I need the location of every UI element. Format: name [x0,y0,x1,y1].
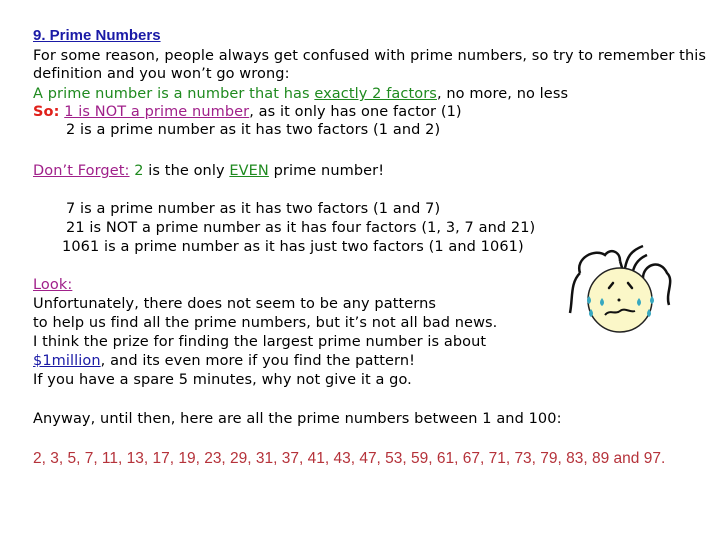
intro-line-2: definition and you won’t go wrong: [33,66,290,82]
so-suffix: , as it only has one factor (1) [249,104,462,120]
example-twenty-one: 21 is NOT a prime number as it has four … [66,220,536,236]
dont-forget-label: Don’t Forget: [33,163,130,179]
intro-line-1: For some reason, people always get confu… [33,48,707,64]
so-line: So: 1 is NOT a prime number, as it only … [33,103,462,121]
dont-forget-suffix: prime number! [268,163,385,179]
dont-forget-even: EVEN [229,163,269,179]
look-label: Look: [33,277,73,293]
look-line-3: I think the prize for finding the larges… [33,334,487,350]
example-1061: 1061 is a prime number as it has just tw… [62,239,524,255]
anyway-line: Anyway, until then, here are all the pri… [33,411,562,427]
definition-emphasis: exactly 2 factors [314,86,437,102]
definition-prefix: A prime number is a number that has [33,86,315,102]
prize-link[interactable]: $1million [33,353,101,369]
so-emphasis: 1 is NOT a prime number [64,104,250,120]
dont-forget-line: Don’t Forget: 2 is the only EVEN prime n… [33,162,384,180]
look-line-4: $1million, and its even more if you find… [33,352,415,370]
crying-face-illustration [565,243,705,363]
prize-suffix: , and its even more if you find the patt… [100,353,416,369]
definition-line: A prime number is a number that has exac… [33,85,568,103]
so-label: So: [33,104,60,120]
crying-face-icon [568,244,672,333]
look-line-1: Unfortunately, there does not seem to be… [33,296,437,312]
dont-forget-two: 2 [134,163,144,179]
page-title: 9. Prime Numbers [33,27,161,44]
look-line-5: If you have a spare 5 minutes, why not g… [33,372,412,388]
definition-suffix: , no more, no less [436,86,569,102]
example-two: 2 is a prime number as it has two factor… [66,122,441,138]
look-line-2: to help us find all the prime numbers, b… [33,315,498,331]
example-seven: 7 is a prime number as it has two factor… [66,201,441,217]
dont-forget-middle: is the only [143,163,230,179]
primes-list: 2, 3, 5, 7, 11, 13, 17, 19, 23, 29, 31, … [33,450,666,467]
